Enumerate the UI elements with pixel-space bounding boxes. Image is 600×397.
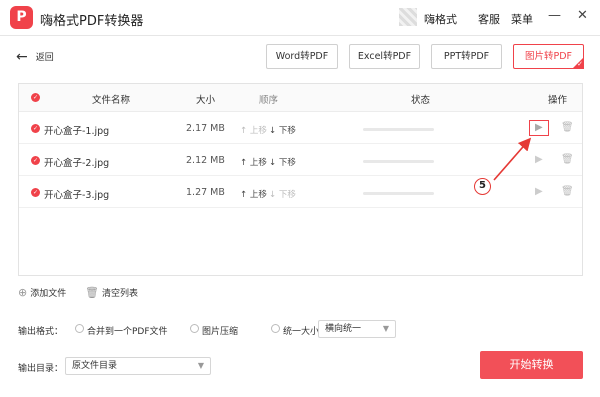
clear-list-label: 清空列表	[101, 289, 138, 299]
add-file-label: 添加文件	[30, 289, 67, 299]
clear-list-button[interactable]: 🗑 清空列表	[85, 286, 138, 299]
size-select-value: 横向统一	[325, 324, 362, 334]
output-format-label: 输出格式：	[18, 327, 64, 337]
chevron-down-icon: ▼	[382, 324, 389, 333]
chevron-down-icon: ▼	[197, 361, 204, 370]
size-select[interactable]: 横向统一 ▼	[318, 320, 396, 338]
radio-merge[interactable]	[75, 324, 84, 333]
annotation-arrow	[493, 137, 532, 181]
radio-uniform-size[interactable]	[271, 324, 280, 333]
option-uniform-size-label: 统一大小:	[283, 327, 323, 337]
trash-icon: 🗑	[85, 286, 99, 299]
output-dir-value: 原文件目录	[72, 361, 118, 371]
radio-compress[interactable]	[190, 324, 199, 333]
start-convert-button[interactable]: 开始转换	[480, 351, 583, 379]
output-dir-label: 输出目录：	[18, 364, 64, 374]
output-dir-select[interactable]: 原文件目录 ▼	[65, 357, 211, 375]
step-number-badge: 5	[474, 178, 491, 195]
add-file-button[interactable]: ⊕ 添加文件	[18, 286, 66, 299]
plus-circle-icon: ⊕	[18, 286, 28, 299]
option-compress-label: 图片压缩	[202, 327, 239, 337]
option-merge-label: 合并到一个PDF文件	[87, 327, 168, 337]
